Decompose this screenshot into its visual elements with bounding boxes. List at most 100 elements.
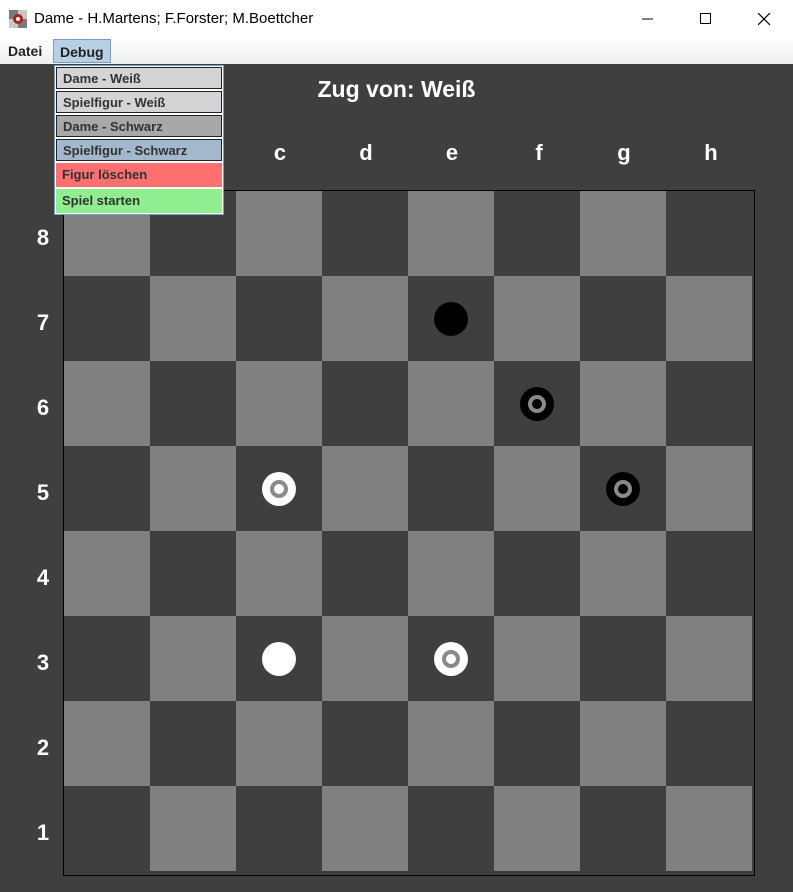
board-square-d4[interactable] [322, 531, 408, 616]
board-square-f2[interactable] [494, 701, 580, 786]
board-square-h7[interactable] [666, 276, 752, 361]
menu-datei[interactable]: Datei [2, 39, 48, 63]
checkers-board [63, 190, 755, 876]
row-label-3: 3 [36, 650, 50, 675]
board-square-b3[interactable] [150, 616, 236, 701]
dame-white-c3[interactable] [262, 641, 296, 676]
piece-ring-marker [270, 479, 288, 498]
board-square-d1[interactable] [322, 786, 408, 871]
board-square-d7[interactable] [322, 276, 408, 361]
board-square-h1[interactable] [666, 786, 752, 871]
board-square-e6[interactable] [408, 361, 494, 446]
board-square-b4[interactable] [150, 531, 236, 616]
maximize-icon [700, 13, 711, 24]
board-square-c4[interactable] [236, 531, 322, 616]
board-square-h4[interactable] [666, 531, 752, 616]
board-square-f8[interactable] [494, 191, 580, 276]
menu-item-dame-weiss[interactable]: Dame - Weiß [56, 67, 222, 89]
board-square-g6[interactable] [580, 361, 666, 446]
board-square-a5[interactable] [64, 446, 150, 531]
board-square-f7[interactable] [494, 276, 580, 361]
maximize-button[interactable] [677, 0, 735, 38]
board-square-b2[interactable] [150, 701, 236, 786]
dame-black-e7[interactable] [434, 301, 468, 336]
board-square-b5[interactable] [150, 446, 236, 531]
board-square-g1[interactable] [580, 786, 666, 871]
board-square-c8[interactable] [236, 191, 322, 276]
menu-item-spiel-starten[interactable]: Spiel starten [56, 189, 222, 213]
board-square-e2[interactable] [408, 701, 494, 786]
board-square-h8[interactable] [666, 191, 752, 276]
spielfigur-black-f6[interactable] [520, 386, 554, 421]
board-square-a3[interactable] [64, 616, 150, 701]
board-square-f1[interactable] [494, 786, 580, 871]
spielfigur-black-g5[interactable] [606, 471, 640, 506]
board-square-d2[interactable] [322, 701, 408, 786]
board-square-g4[interactable] [580, 531, 666, 616]
board-square-h5[interactable] [666, 446, 752, 531]
board-square-b7[interactable] [150, 276, 236, 361]
board-square-g7[interactable] [580, 276, 666, 361]
board-square-e1[interactable] [408, 786, 494, 871]
menu-item-spielfigur-schwarz[interactable]: Spielfigur - Schwarz [56, 139, 222, 161]
board-square-b6[interactable] [150, 361, 236, 446]
row-label-5: 5 [36, 480, 50, 505]
piece-ring-marker [614, 479, 632, 498]
board-square-c1[interactable] [236, 786, 322, 871]
window-title: Dame - H.Martens; F.Forster; M.Boettcher [34, 10, 314, 27]
board-square-h6[interactable] [666, 361, 752, 446]
board-square-d5[interactable] [322, 446, 408, 531]
spielfigur-white-c5[interactable] [262, 471, 296, 506]
piece-ring-marker [442, 649, 460, 668]
board-square-e4[interactable] [408, 531, 494, 616]
row-label-1: 1 [36, 820, 50, 845]
column-label-f: f [535, 140, 543, 165]
board-square-g3[interactable] [580, 616, 666, 701]
board-square-d3[interactable] [322, 616, 408, 701]
board-square-c7[interactable] [236, 276, 322, 361]
column-label-h: h [704, 140, 718, 165]
minimize-button[interactable] [619, 0, 677, 38]
row-label-7: 7 [36, 310, 50, 335]
column-label-c: c [273, 140, 287, 165]
board-square-h2[interactable] [666, 701, 752, 786]
app-icon [9, 10, 27, 28]
menu-item-figur-loeschen[interactable]: Figur löschen [56, 163, 222, 187]
board-square-a1[interactable] [64, 786, 150, 871]
board-square-f5[interactable] [494, 446, 580, 531]
title-bar: Dame - H.Martens; F.Forster; M.Boettcher [0, 0, 793, 39]
column-label-g: g [617, 140, 631, 165]
spielfigur-white-e3[interactable] [434, 641, 468, 676]
board-square-d8[interactable] [322, 191, 408, 276]
board-square-e5[interactable] [408, 446, 494, 531]
column-label-d: d [359, 140, 373, 165]
menu-item-spielfigur-weiss[interactable]: Spielfigur - Weiß [56, 91, 222, 113]
board-square-a4[interactable] [64, 531, 150, 616]
minimize-icon [642, 18, 653, 20]
board-square-c6[interactable] [236, 361, 322, 446]
board-square-a6[interactable] [64, 361, 150, 446]
menu-debug[interactable]: Debug [53, 39, 111, 63]
debug-menu-dropdown: Dame - Weiß Spielfigur - Weiß Dame - Sch… [54, 65, 224, 215]
column-label-e: e [445, 140, 459, 165]
piece-ring-marker [528, 394, 546, 413]
close-button[interactable] [735, 0, 793, 38]
board-square-g8[interactable] [580, 191, 666, 276]
row-label-6: 6 [36, 395, 50, 420]
close-icon [757, 12, 770, 25]
menu-item-dame-schwarz[interactable]: Dame - Schwarz [56, 115, 222, 137]
board-square-g2[interactable] [580, 701, 666, 786]
board-square-h3[interactable] [666, 616, 752, 701]
row-label-2: 2 [36, 735, 50, 760]
board-square-e8[interactable] [408, 191, 494, 276]
row-label-4: 4 [36, 565, 50, 590]
board-square-f3[interactable] [494, 616, 580, 701]
board-square-c2[interactable] [236, 701, 322, 786]
row-label-8: 8 [36, 225, 50, 250]
menu-bar: Datei Debug [0, 38, 793, 64]
board-square-f4[interactable] [494, 531, 580, 616]
board-square-b1[interactable] [150, 786, 236, 871]
board-square-a7[interactable] [64, 276, 150, 361]
board-square-d6[interactable] [322, 361, 408, 446]
board-square-a2[interactable] [64, 701, 150, 786]
